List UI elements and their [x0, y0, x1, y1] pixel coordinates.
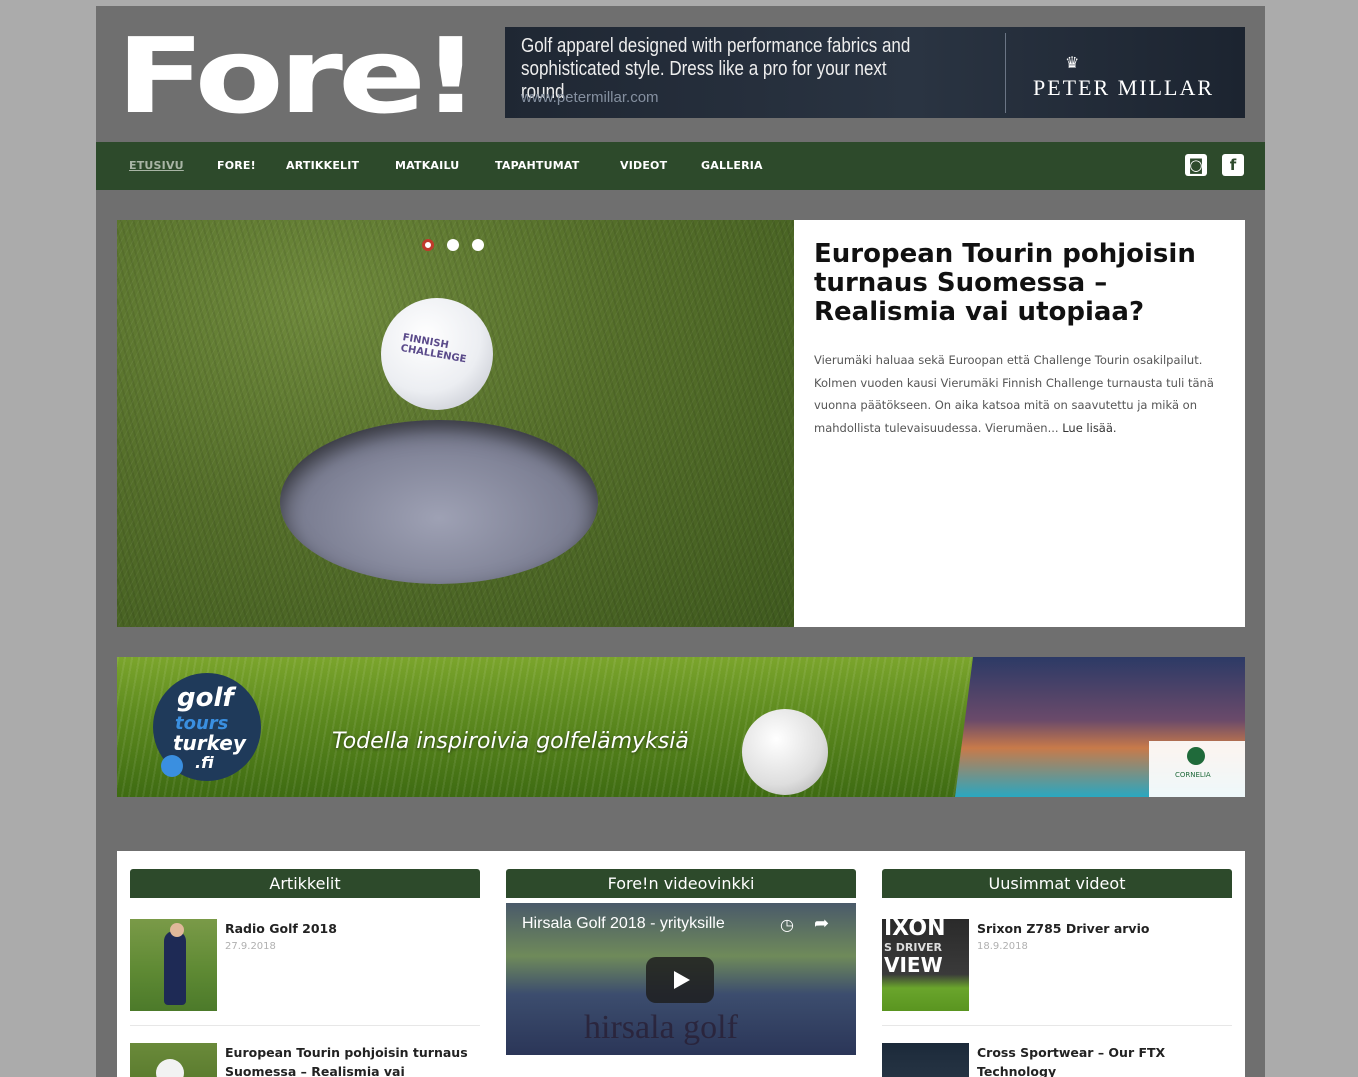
articles-header: Artikkelit — [130, 869, 480, 898]
hero-slider-image[interactable]: FINNISH CHALLENGE — [117, 220, 794, 627]
golftours-turkey-banner[interactable]: golf tours turkey .fi Todella inspiroivi… — [117, 657, 1245, 797]
thumb-text-3: VIEW — [884, 953, 943, 977]
post-thumbnail[interactable] — [130, 919, 217, 1011]
video-player[interactable]: Hirsala Golf 2018 - yrityksille ◷ ➦ hirs… — [506, 903, 856, 1055]
logo-dot — [161, 755, 183, 777]
video-title[interactable]: Hirsala Golf 2018 - yrityksille — [522, 915, 725, 933]
hero-title[interactable]: European Tourin pohjoisin turnaus Suomes… — [814, 240, 1223, 327]
post-thumbnail[interactable] — [130, 1043, 217, 1077]
hotel-photo: CORNELIA — [955, 657, 1245, 797]
post-divider — [882, 1025, 1232, 1026]
post-thumbnail[interactable]: IXON S DRIVER VIEW — [882, 919, 969, 1011]
post-title[interactable]: Radio Golf 2018 — [225, 919, 480, 938]
hero-excerpt: Vierumäki haluaa sekä Euroopan että Chal… — [814, 349, 1223, 439]
banner-slogan: Todella inspiroivia golfelämyksiä — [332, 729, 689, 754]
hero-article: European Tourin pohjoisin turnaus Suomes… — [794, 220, 1245, 627]
play-button[interactable] — [646, 957, 714, 1003]
post-title[interactable]: Srixon Z785 Driver arvio — [977, 919, 1232, 938]
hotel-logo-icon — [1187, 747, 1205, 765]
post-date: 18.9.2018 — [977, 941, 1028, 952]
golf-ball-thumb — [156, 1059, 184, 1077]
ad-brand: PETER MILLAR — [1033, 75, 1215, 100]
golf-hole — [280, 420, 598, 584]
ad-divider — [1005, 33, 1006, 113]
read-more-link[interactable]: Lue lisää. — [1062, 421, 1116, 435]
site-logo[interactable]: Fore! — [116, 24, 480, 128]
video-tip-header: Fore!n videovinkki — [506, 869, 856, 898]
articles-column: Artikkelit Radio Golf 2018 27.9.2018 Eur… — [130, 869, 480, 1077]
main-nav: ETUSIVU FORE! ARTIKKELIT MATKAILU TAPAHT… — [96, 142, 1265, 190]
hotel-badge: CORNELIA — [1149, 741, 1245, 797]
golftours-logo: golf tours turkey .fi — [153, 673, 261, 781]
slider-dot-3[interactable] — [472, 239, 485, 251]
nav-item-galleria[interactable]: GALLERIA — [701, 159, 763, 172]
facebook-icon[interactable]: f — [1222, 154, 1244, 176]
golfer-figure — [164, 931, 186, 1005]
slider-dot-2[interactable] — [447, 239, 460, 251]
content-panel: Artikkelit Radio Golf 2018 27.9.2018 Eur… — [117, 851, 1245, 1077]
ad-url: www.petermillar.com — [521, 89, 659, 106]
post-thumbnail[interactable] — [882, 1043, 969, 1077]
nav-item-artikkelit[interactable]: ARTIKKELIT — [286, 159, 359, 172]
nav-item-matkailu[interactable]: MATKAILU — [395, 159, 459, 172]
video-brand: hirsala golf — [584, 1009, 738, 1046]
post-title[interactable]: European Tourin pohjoisin turnaus Suomes… — [225, 1043, 480, 1077]
latest-videos-column: Uusimmat videot IXON S DRIVER VIEW Srixo… — [882, 869, 1232, 1077]
nav-item-tapahtumat[interactable]: TAPAHTUMAT — [495, 159, 579, 172]
thumb-text-1: IXON — [884, 919, 946, 941]
slider-dot-1[interactable] — [422, 239, 434, 251]
crown-icon: ♛ — [1065, 53, 1080, 72]
golf-ball: FINNISH CHALLENGE — [381, 298, 493, 410]
share-icon[interactable]: ➦ — [814, 913, 829, 934]
ball-print: FINNISH CHALLENGE — [399, 332, 468, 366]
slider-dots — [422, 236, 492, 255]
nav-item-videot[interactable]: VIDEOT — [620, 159, 667, 172]
post-divider — [130, 1025, 480, 1026]
logo-fi: .fi — [195, 753, 214, 772]
nav-item-fore[interactable]: FORE! — [217, 159, 256, 172]
instagram-icon[interactable]: ◙ — [1185, 154, 1207, 176]
page-frame: Fore! Golf apparel designed with perform… — [96, 6, 1265, 1077]
logo-turkey: turkey — [173, 731, 246, 755]
hotel-badge-text: CORNELIA — [1175, 771, 1211, 779]
post-date: 27.9.2018 — [225, 941, 276, 952]
clock-icon[interactable]: ◷ — [780, 915, 794, 934]
golfer-head — [170, 923, 184, 937]
banner-golf-ball — [742, 709, 828, 795]
post-title[interactable]: Cross Sportwear – Our FTX Technology — [977, 1043, 1232, 1077]
logo-golf: golf — [177, 683, 234, 713]
video-tip-column: Fore!n videovinkki Hirsala Golf 2018 - y… — [506, 869, 856, 1055]
latest-videos-header: Uusimmat videot — [882, 869, 1232, 898]
nav-item-etusivu[interactable]: ETUSIVU — [129, 159, 184, 172]
ad-banner-peter-millar[interactable]: Golf apparel designed with performance f… — [505, 27, 1245, 118]
hero-excerpt-text: Vierumäki haluaa sekä Euroopan että Chal… — [814, 353, 1214, 435]
